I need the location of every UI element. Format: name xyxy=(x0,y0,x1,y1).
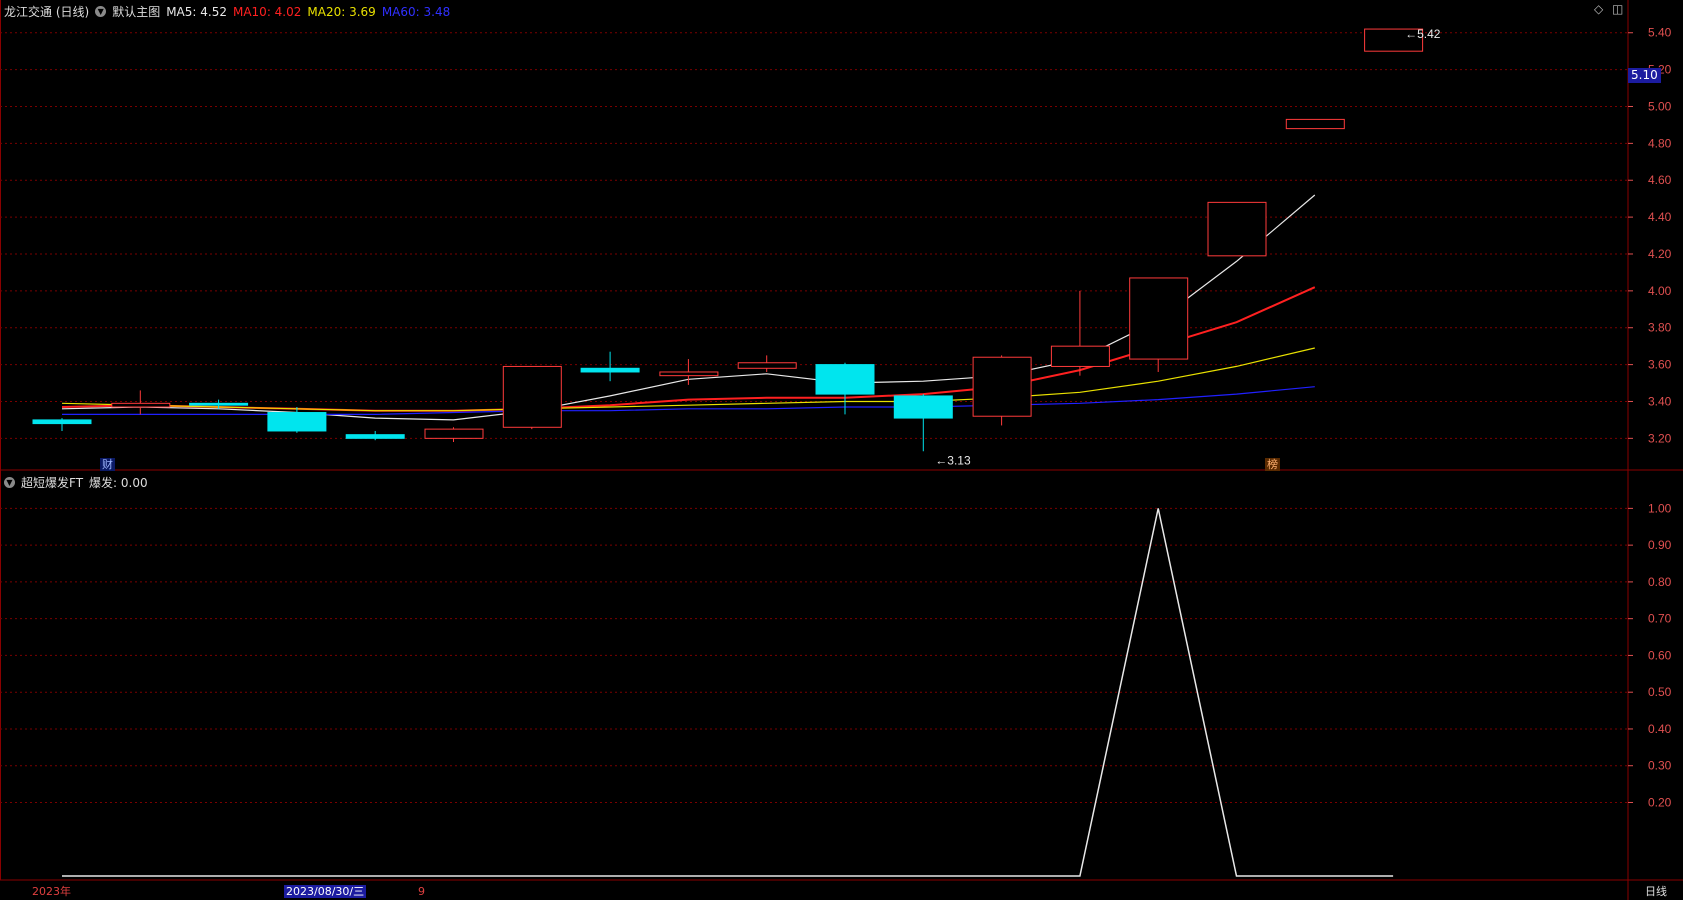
year-label: 2023年 xyxy=(32,885,71,898)
diamond-icon[interactable]: ◇ xyxy=(1594,2,1603,16)
ma60-label: MA60: 3.48 xyxy=(381,4,451,19)
template-label[interactable]: 默认主图 xyxy=(112,3,160,20)
chevron-down-icon[interactable]: ▼ xyxy=(95,6,107,17)
candle-body-down xyxy=(189,402,249,406)
candle-body-up xyxy=(1207,201,1267,257)
grid xyxy=(0,0,1683,900)
candle-body-up xyxy=(1285,118,1345,130)
indicator-name[interactable]: 超短爆发FT xyxy=(21,474,83,491)
indicator-tick-label: 0.70 xyxy=(1648,612,1672,626)
indicator-tick-label: 0.30 xyxy=(1648,759,1672,773)
price-tick-label: 4.20 xyxy=(1648,247,1672,261)
candle-body-down xyxy=(815,364,875,395)
ma10-label: MA10: 4.02 xyxy=(232,4,302,19)
price-tick-label: 3.80 xyxy=(1648,321,1672,335)
price-tick-label: 3.20 xyxy=(1648,431,1672,445)
price-tick-label: 4.60 xyxy=(1648,173,1672,187)
extreme-price-label: ←5.42 xyxy=(1405,27,1441,41)
ma20-label: MA20: 3.69 xyxy=(307,4,376,19)
candle-body-down xyxy=(580,367,640,373)
price-tick-label: 4.80 xyxy=(1648,136,1672,150)
price-tick-label: 5.40 xyxy=(1648,26,1672,40)
panel-toggle-icon[interactable]: ◫ xyxy=(1612,2,1623,16)
price-tick-label: 4.40 xyxy=(1648,210,1672,224)
upper-header: 龙江交通 (日线) ▼ 默认主图 MA5: 4.52 MA10: 4.02 MA… xyxy=(4,3,456,20)
top-list-badge[interactable]: 榜 xyxy=(1265,458,1280,471)
ma5-label: MA5: 4.52 xyxy=(166,4,227,19)
candle-body-down xyxy=(267,412,327,432)
lower-header: ▼ 超短爆发FT 爆发: 0.00 xyxy=(4,474,154,491)
indicator-tick-label: 0.40 xyxy=(1648,722,1672,736)
candle-body-up xyxy=(424,428,484,439)
candle-body-down xyxy=(32,419,92,425)
period-label[interactable]: 日线 xyxy=(1645,885,1667,898)
indicator-tick-label: 0.90 xyxy=(1648,538,1672,552)
indicator-value: 爆发: 0.00 xyxy=(89,476,148,490)
kline-chart[interactable]: 3.20 3.40 3.60 3.80 4.00 4.20 4.40 4.60 4.80 5.00… xyxy=(0,0,1683,900)
indicator-tick-label: 0.50 xyxy=(1648,685,1672,699)
extreme-price-label: ←3.13 xyxy=(935,453,971,467)
candle-body-up xyxy=(1050,345,1110,367)
earnings-badge[interactable]: 财 xyxy=(100,458,115,471)
candle-body-up xyxy=(502,365,562,428)
indicator-tick-label: 0.60 xyxy=(1648,648,1672,662)
price-axis: 3.20 3.40 3.60 3.80 4.00 4.20 4.40 4.60 4.80 5.00… xyxy=(1628,26,1672,809)
cursor-date-label: 2023/08/30/三 xyxy=(284,885,367,898)
price-tick-label: 4.00 xyxy=(1648,284,1672,298)
candle-body-up xyxy=(737,362,797,369)
candle-body-up xyxy=(972,356,1032,417)
current-price-tag: 5.10 xyxy=(1628,68,1661,83)
indicator-tick-label: 1.00 xyxy=(1648,501,1672,515)
candle-body-down xyxy=(345,434,405,439)
price-tick-label: 5.00 xyxy=(1648,99,1672,113)
candle-body-down xyxy=(893,395,953,419)
price-tick-label: 3.60 xyxy=(1648,358,1672,372)
moving-averages xyxy=(61,194,1316,421)
candles xyxy=(32,28,1424,452)
candle-body-up xyxy=(111,402,171,408)
chevron-down-icon[interactable]: ▼ xyxy=(4,477,15,488)
candle-body-up xyxy=(659,371,719,377)
month-label: 9 xyxy=(418,885,425,898)
price-tick-label: 3.40 xyxy=(1648,394,1672,408)
indicator-tick-label: 0.80 xyxy=(1648,575,1672,589)
stock-title[interactable]: 龙江交通 (日线) xyxy=(4,3,89,20)
ma10-line xyxy=(61,286,1316,412)
indicator-tick-label: 0.20 xyxy=(1648,795,1672,809)
candle-body-up xyxy=(1129,277,1189,360)
